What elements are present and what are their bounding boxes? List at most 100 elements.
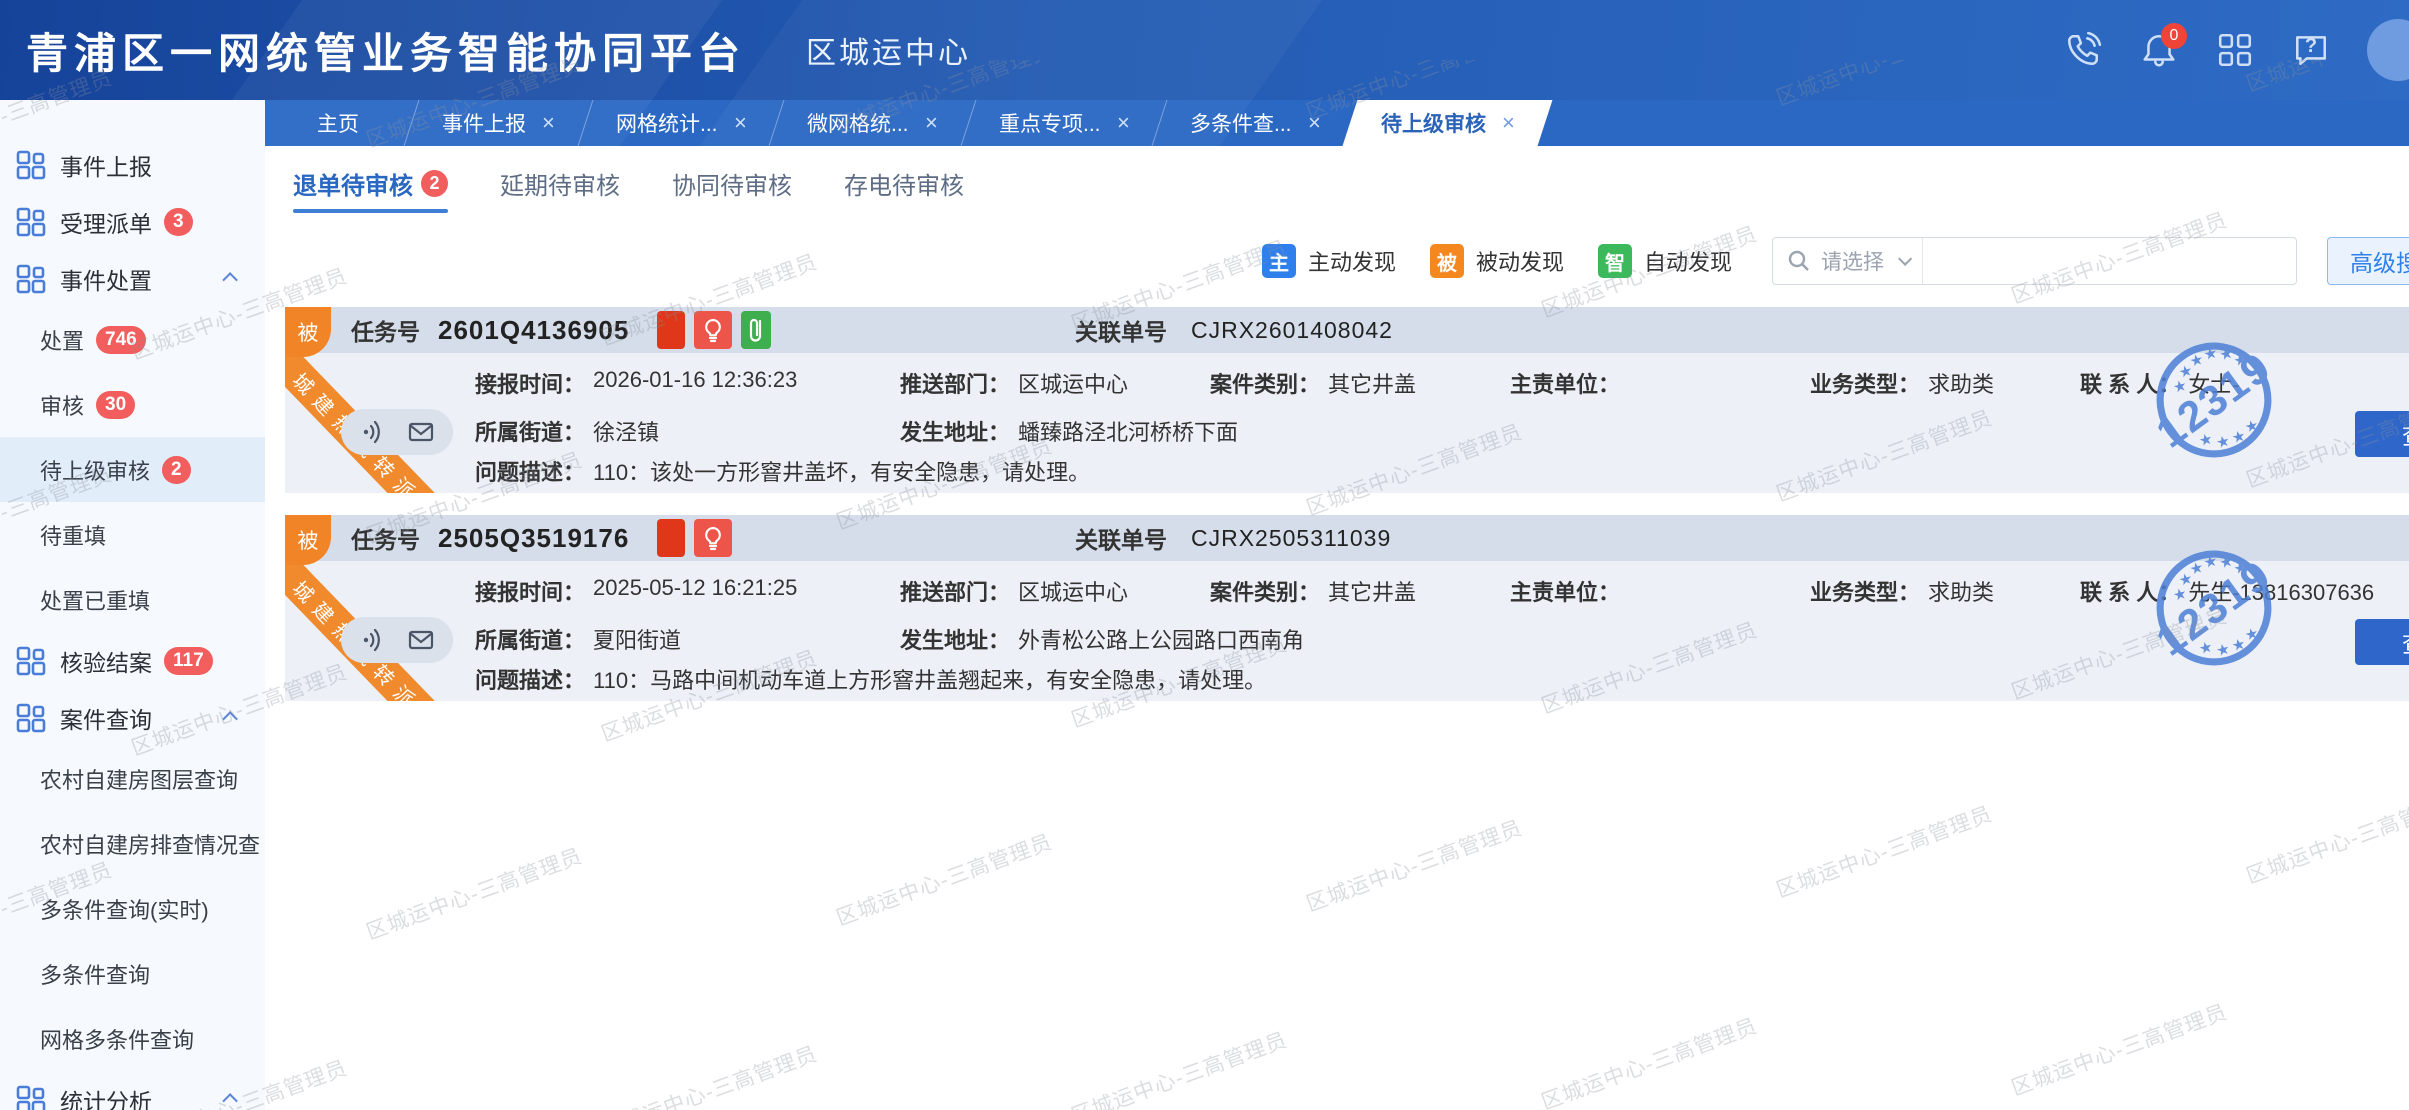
filter-active-discovery[interactable]: 主 主动发现 bbox=[1262, 244, 1396, 278]
field-case-category: 案件类别： 其它井盖 bbox=[1210, 367, 1416, 399]
field-address: 发生地址： 蟠臻路泾北河桥桥下面 bbox=[900, 415, 1238, 447]
count-badge: 3 bbox=[164, 208, 193, 236]
field-biz-type: 业务类型： 求助类 bbox=[1810, 575, 1994, 607]
sidebar-item-verify-close[interactable]: 核验结案 117 bbox=[0, 632, 265, 689]
svg-text:★: ★ bbox=[2197, 430, 2214, 450]
field-value: 蟠臻路泾北河桥桥下面 bbox=[1018, 415, 1238, 447]
field-label: 问题描述： bbox=[475, 455, 585, 487]
active-subtab-underline bbox=[293, 209, 448, 213]
task-no-label: 任务号 bbox=[351, 521, 420, 555]
advanced-search-button[interactable]: 高级搜索 bbox=[2327, 237, 2409, 285]
related-no-group: 关联单号 CJRX2601408042 bbox=[1075, 313, 1393, 347]
question-mark-glyph: ? bbox=[2305, 35, 2317, 58]
sidebar-item-accept-dispatch[interactable]: 受理派单 3 bbox=[0, 193, 265, 250]
chevron-up-icon bbox=[222, 272, 238, 288]
field-push-dept: 推送部门： 区城运中心 bbox=[900, 367, 1128, 399]
svg-text:★: ★ bbox=[2215, 640, 2232, 660]
sidebar-item-rural-house-check-query[interactable]: 农村自建房排查情况查 bbox=[0, 811, 265, 876]
avatar[interactable] bbox=[2367, 19, 2409, 81]
sidebar-item-label: 案件查询 bbox=[60, 701, 152, 735]
grid-menu-icon bbox=[16, 207, 46, 237]
field-value: 夏阳街道 bbox=[593, 623, 681, 655]
field-label: 问题描述： bbox=[475, 663, 585, 695]
field-label: 业务类型： bbox=[1810, 575, 1920, 607]
task-card-body: 城建热线转派 接报时间： 2026-01-16 12:36:23 bbox=[285, 353, 2409, 493]
subtab-delay-pending-review[interactable]: 延期待审核 bbox=[500, 166, 620, 201]
field-label: 所属街道： bbox=[475, 623, 585, 655]
message-envelope-icon[interactable] bbox=[407, 418, 435, 446]
field-description: 问题描述： 110：马路中间机动车道上方形窨井盖翘起来，有安全隐患，请处理。 bbox=[475, 663, 1266, 695]
sidebar-item-pending-refill[interactable]: 待重填 bbox=[0, 502, 265, 567]
field-value: 区城运中心 bbox=[1018, 367, 1128, 399]
sidebar-item-label: 受理派单 bbox=[60, 205, 152, 239]
filter-auto-discovery[interactable]: 智 自动发现 bbox=[1598, 244, 1732, 278]
subtab-bar: 退单待审核 2 延期待审核 协同待审核 存电待审核 bbox=[293, 166, 2409, 213]
field-value: 求助类 bbox=[1928, 367, 1994, 399]
search-input[interactable] bbox=[1923, 238, 2296, 284]
message-envelope-icon[interactable] bbox=[407, 626, 435, 654]
sidebar-item-multi-condition-query-realtime[interactable]: 多条件查询(实时) bbox=[0, 876, 265, 941]
field-label: 接报时间： bbox=[475, 575, 585, 607]
filter-passive-discovery[interactable]: 被 被动发现 bbox=[1430, 244, 1564, 278]
status-icons bbox=[657, 311, 771, 349]
subtab-label: 协同待审核 bbox=[672, 166, 792, 201]
field-value: 110：马路中间机动车道上方形窨井盖翘起来，有安全隐患，请处理。 bbox=[593, 663, 1266, 695]
help-icon[interactable]: ? bbox=[2291, 30, 2331, 70]
grid-menu-icon bbox=[16, 264, 46, 294]
related-no-value: CJRX2601408042 bbox=[1191, 317, 1393, 344]
sidebar-item-multi-condition-query[interactable]: 多条件查询 bbox=[0, 941, 265, 1006]
view-button[interactable]: 查看 bbox=[2355, 619, 2409, 665]
select-placeholder: 请选择 bbox=[1821, 246, 1884, 276]
field-biz-type: 业务类型： 求助类 bbox=[1810, 367, 1994, 399]
svg-text:★: ★ bbox=[2243, 417, 2260, 437]
app-window: 青浦区一网统管业务智能协同平台 区城运中心 0 bbox=[0, 0, 2409, 1110]
apps-grid-icon[interactable] bbox=[2215, 30, 2255, 70]
phone-icon[interactable] bbox=[2063, 30, 2103, 70]
field-label: 所属街道： bbox=[475, 415, 585, 447]
passive-corner-badge: 被 bbox=[285, 307, 331, 357]
svg-text:★: ★ bbox=[2197, 638, 2214, 658]
sidebar-group-statistics[interactable]: 统计分析 bbox=[0, 1071, 265, 1110]
sidebar-item-label: 待重填 bbox=[40, 519, 106, 551]
sidebar-group-case-query[interactable]: 案件查询 bbox=[0, 689, 265, 746]
count-badge: 2 bbox=[162, 456, 191, 484]
sidebar-item-review[interactable]: 审核 30 bbox=[0, 372, 265, 437]
search-field-select[interactable]: 请选择 bbox=[1821, 246, 1922, 276]
notification-bell-icon[interactable]: 0 bbox=[2139, 30, 2179, 70]
sidebar-item-rural-house-layer-query[interactable]: 农村自建房图层查询 bbox=[0, 746, 265, 811]
field-push-dept: 推送部门： 区城运中心 bbox=[900, 575, 1128, 607]
related-no-value: CJRX2505311039 bbox=[1191, 525, 1391, 552]
tab-close-icon[interactable]: × bbox=[1308, 112, 1321, 134]
tab-close-icon[interactable]: × bbox=[1502, 112, 1515, 134]
sidebar-item-handle[interactable]: 处置 746 bbox=[0, 307, 265, 372]
tab-label: 待上级审核 bbox=[1381, 108, 1486, 138]
sidebar-item-handle-refilled[interactable]: 处置已重填 bbox=[0, 567, 265, 632]
active-discovery-badge: 主 bbox=[1262, 244, 1296, 278]
field-owner-unit: 主责单位： bbox=[1510, 367, 1628, 399]
subtab-collab-pending-review[interactable]: 协同待审核 bbox=[672, 166, 792, 201]
urgent-flag-icon bbox=[657, 519, 685, 557]
task-card-header: 被 任务号 2505Q3519176 关联单号 CJRX2505311039 bbox=[285, 515, 2409, 561]
view-button[interactable]: 查看 bbox=[2355, 411, 2409, 457]
search-icon bbox=[1787, 249, 1811, 273]
chevron-up-icon bbox=[222, 1093, 238, 1109]
auto-discovery-badge: 智 bbox=[1598, 244, 1632, 278]
tab-pending-superior-review[interactable]: 待上级审核 × bbox=[1343, 100, 1553, 146]
subtab-archive-pending-review[interactable]: 存电待审核 bbox=[844, 166, 964, 201]
header-actions: 0 ? bbox=[2063, 0, 2409, 100]
grid-menu-icon bbox=[16, 1085, 46, 1110]
sidebar-item-grid-multi-condition-query[interactable]: 网格多条件查询 bbox=[0, 1006, 265, 1071]
related-no-label: 关联单号 bbox=[1075, 313, 1167, 347]
sidebar-item-label: 待上级审核 bbox=[40, 454, 150, 486]
voice-icon[interactable] bbox=[359, 626, 387, 654]
voice-icon[interactable] bbox=[359, 418, 387, 446]
app-title: 青浦区一网统管业务智能协同平台 bbox=[26, 20, 746, 81]
subtab-return-pending-review[interactable]: 退单待审核 2 bbox=[293, 166, 448, 213]
sidebar-group-event-handling[interactable]: 事件处置 bbox=[0, 250, 265, 307]
content-area: 退单待审核 2 延期待审核 协同待审核 存电待审核 主 bbox=[265, 146, 2409, 1110]
field-value: 外青松公路上公园路口西南角 bbox=[1018, 623, 1304, 655]
related-no-group: 关联单号 CJRX2505311039 bbox=[1075, 521, 1391, 555]
sidebar-item-label: 农村自建房图层查询 bbox=[40, 763, 238, 795]
passive-corner-badge: 被 bbox=[285, 515, 331, 565]
sidebar-item-pending-superior-review[interactable]: 待上级审核 2 bbox=[0, 437, 265, 502]
